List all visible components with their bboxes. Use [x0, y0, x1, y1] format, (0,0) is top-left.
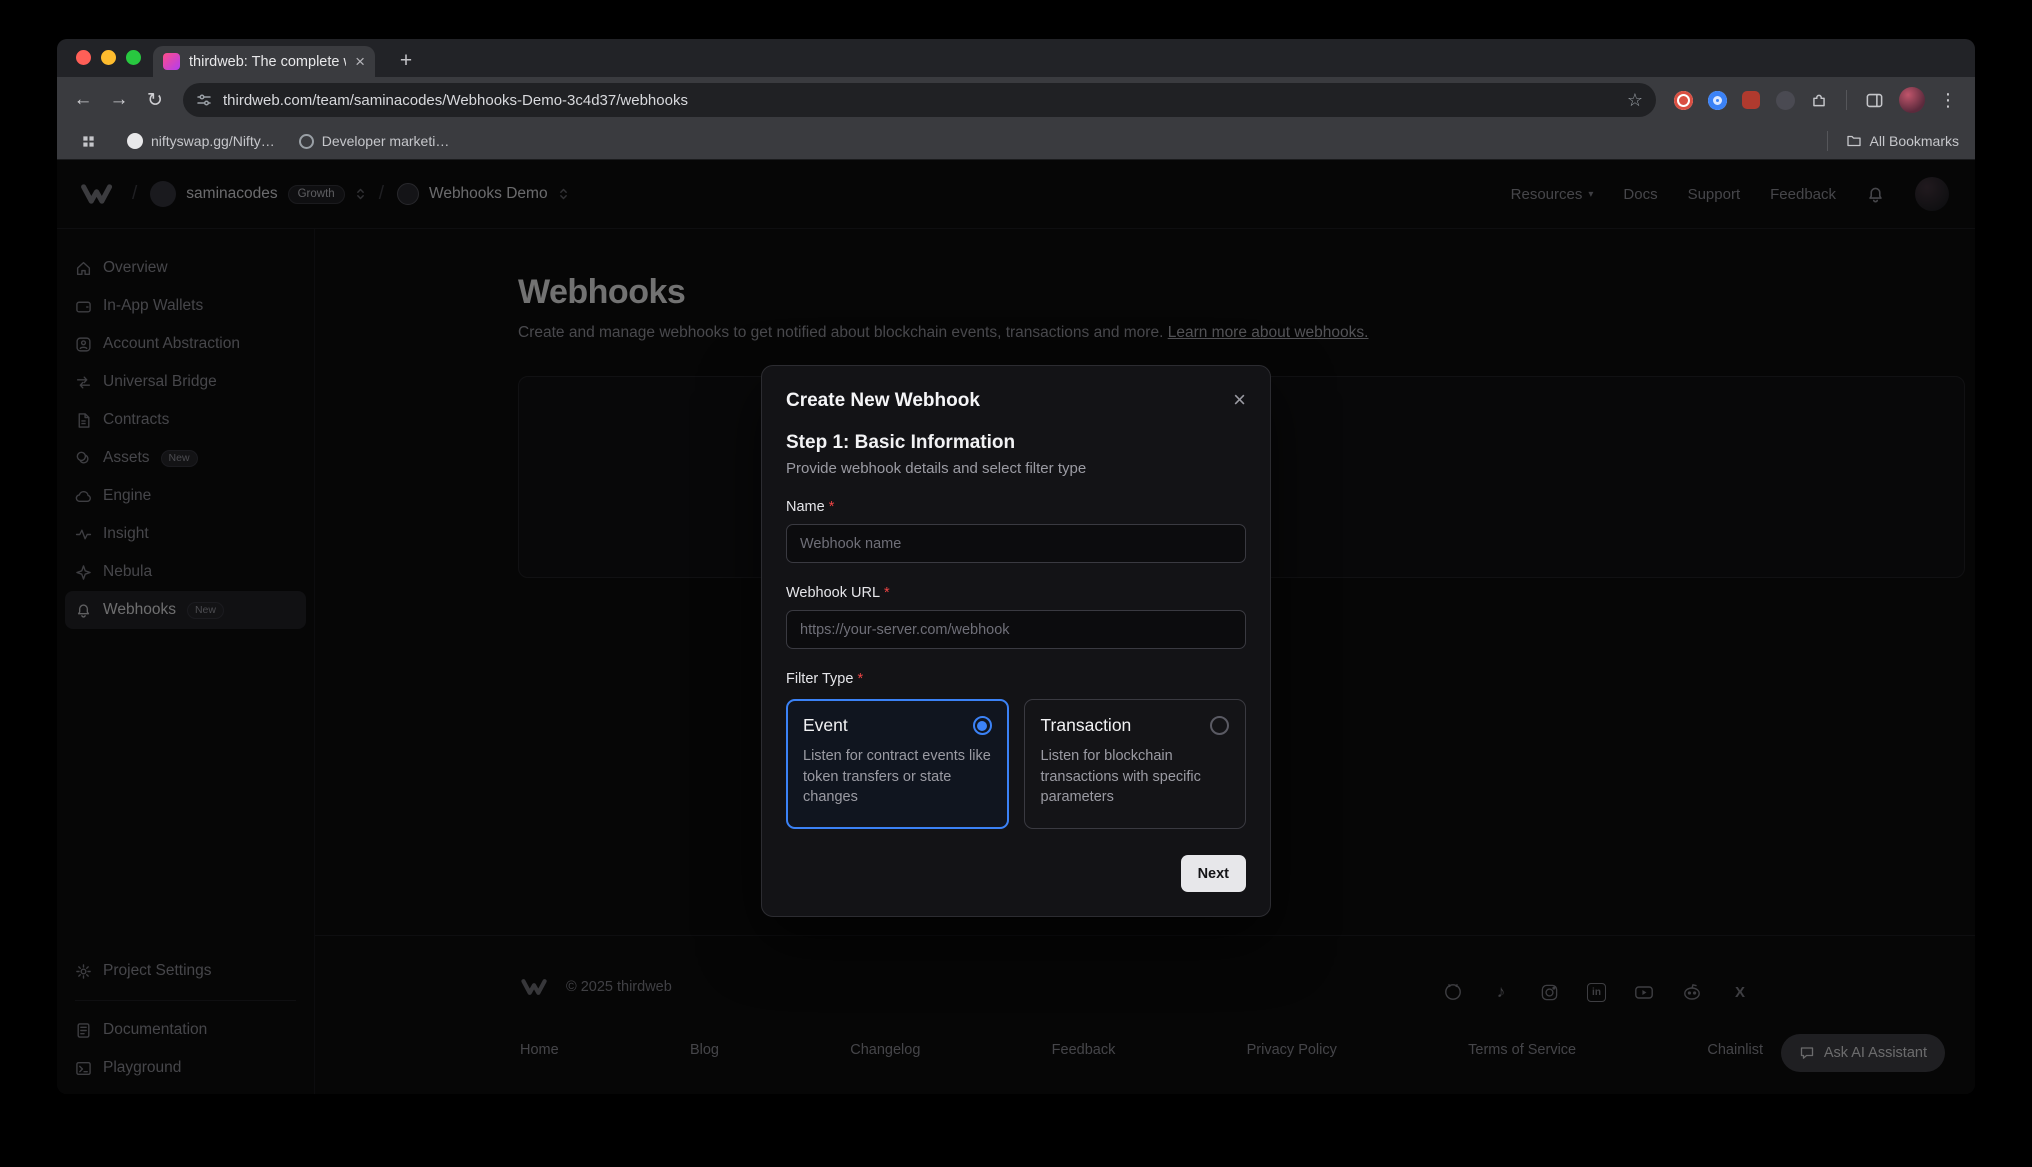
browser-titlebar: thirdweb: The complete web3… × +: [57, 39, 1975, 77]
browser-profile-avatar[interactable]: [1899, 87, 1925, 113]
browser-menu-icon[interactable]: ⋮: [1935, 87, 1961, 113]
step-subheading: Provide webhook details and select filte…: [786, 460, 1246, 477]
github-favicon-icon: [127, 133, 143, 149]
extension-icon-2[interactable]: [1706, 89, 1728, 111]
webhook-url-input[interactable]: [786, 610, 1246, 649]
site-settings-icon[interactable]: [196, 92, 212, 108]
bookmark-item-developer-marketing[interactable]: Developer marketi…: [299, 133, 450, 149]
window-minimize-button[interactable]: [101, 50, 116, 65]
extension-icon-4[interactable]: [1774, 89, 1796, 111]
close-icon[interactable]: ×: [1233, 390, 1246, 410]
browser-tab[interactable]: thirdweb: The complete web3… ×: [153, 46, 375, 77]
filter-option-description: Listen for blockchain transactions with …: [1041, 746, 1230, 808]
step-heading: Step 1: Basic Information: [786, 432, 1246, 454]
tab-close-icon[interactable]: ×: [355, 53, 365, 70]
webhook-url-label: Webhook URL *: [786, 585, 1246, 601]
thirdweb-favicon-icon: [163, 53, 180, 70]
bookmarks-divider: [1827, 131, 1828, 151]
side-panel-icon[interactable]: [1863, 89, 1885, 111]
url-text: thirdweb.com/team/saminacodes/Webhooks-D…: [223, 92, 1616, 109]
address-bar[interactable]: thirdweb.com/team/saminacodes/Webhooks-D…: [183, 83, 1656, 117]
extension-icon-3[interactable]: [1740, 89, 1762, 111]
modal-title: Create New Webhook: [786, 390, 980, 412]
webhook-url-label-text: Webhook URL: [786, 585, 880, 601]
required-marker: *: [857, 671, 863, 687]
next-button[interactable]: Next: [1181, 855, 1246, 892]
all-bookmarks-button[interactable]: All Bookmarks: [1846, 133, 1959, 149]
toolbar-divider: [1846, 90, 1847, 110]
webhook-name-input[interactable]: [786, 524, 1246, 563]
browser-window: thirdweb: The complete web3… × + ← → ↻ t…: [57, 39, 1975, 1094]
folder-icon: [1846, 133, 1862, 149]
forward-icon[interactable]: →: [103, 84, 135, 116]
filter-option-description: Listen for contract events like token tr…: [803, 746, 992, 808]
bookmark-label: Developer marketi…: [322, 133, 450, 149]
name-label-text: Name: [786, 499, 825, 515]
radio-selected-icon[interactable]: [973, 716, 992, 735]
all-bookmarks-label: All Bookmarks: [1870, 133, 1959, 149]
filter-type-label: Filter Type *: [786, 671, 1246, 687]
radio-unselected-icon[interactable]: [1210, 716, 1229, 735]
bookmark-label: niftyswap.gg/Nifty…: [151, 133, 275, 149]
filter-option-transaction[interactable]: Transaction Listen for blockchain transa…: [1024, 699, 1247, 829]
filter-option-title: Transaction: [1041, 715, 1132, 736]
extensions-puzzle-icon[interactable]: [1808, 89, 1830, 111]
window-close-button[interactable]: [76, 50, 91, 65]
filter-type-label-text: Filter Type: [786, 671, 853, 687]
apps-grid-icon[interactable]: [77, 130, 99, 152]
new-tab-button[interactable]: +: [393, 48, 419, 74]
required-marker: *: [884, 585, 890, 601]
back-icon[interactable]: ←: [67, 84, 99, 116]
reload-icon[interactable]: ↻: [139, 84, 171, 116]
required-marker: *: [829, 499, 835, 515]
page-viewport: / saminacodes Growth / Webhooks Demo Res: [57, 160, 1975, 1094]
filter-option-title: Event: [803, 715, 848, 736]
window-zoom-button[interactable]: [126, 50, 141, 65]
create-webhook-modal: Create New Webhook × Step 1: Basic Infor…: [761, 365, 1271, 917]
bookmarks-bar: niftyswap.gg/Nifty… Developer marketi… A…: [57, 123, 1975, 160]
tab-title: thirdweb: The complete web3…: [189, 54, 346, 70]
filter-option-event[interactable]: Event Listen for contract events like to…: [786, 699, 1009, 829]
window-controls: [76, 50, 141, 65]
name-label: Name *: [786, 499, 1246, 515]
bookmark-favicon-icon: [299, 134, 314, 149]
browser-toolbar: ← → ↻ thirdweb.com/team/saminacodes/Webh…: [57, 77, 1975, 123]
bookmark-item-niftyswap[interactable]: niftyswap.gg/Nifty…: [127, 133, 275, 149]
extension-icon-1[interactable]: [1672, 89, 1694, 111]
bookmark-star-icon[interactable]: ☆: [1627, 91, 1643, 109]
